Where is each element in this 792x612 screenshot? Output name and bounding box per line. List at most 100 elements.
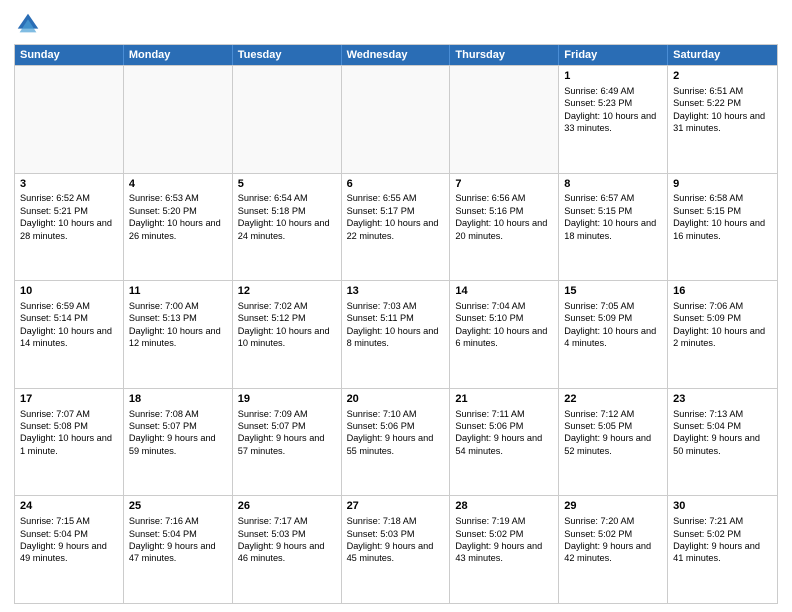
cell-info: Daylight: 10 hours and 12 minutes. (129, 325, 227, 350)
calendar-cell-r4c2: 26Sunrise: 7:17 AMSunset: 5:03 PMDayligh… (233, 496, 342, 603)
cell-info: Daylight: 10 hours and 10 minutes. (238, 325, 336, 350)
cell-info: Sunset: 5:14 PM (20, 312, 118, 324)
day-number: 29 (564, 499, 662, 514)
calendar-cell-r0c5: 1Sunrise: 6:49 AMSunset: 5:23 PMDaylight… (559, 66, 668, 173)
cell-info: Sunset: 5:15 PM (673, 205, 772, 217)
cell-info: Daylight: 9 hours and 59 minutes. (129, 432, 227, 457)
cell-info: Sunset: 5:17 PM (347, 205, 445, 217)
calendar-cell-r1c0: 3Sunrise: 6:52 AMSunset: 5:21 PMDaylight… (15, 174, 124, 281)
calendar-cell-r2c2: 12Sunrise: 7:02 AMSunset: 5:12 PMDayligh… (233, 281, 342, 388)
calendar-cell-r0c6: 2Sunrise: 6:51 AMSunset: 5:22 PMDaylight… (668, 66, 777, 173)
cell-info: Daylight: 9 hours and 55 minutes. (347, 432, 445, 457)
cell-info: Daylight: 9 hours and 52 minutes. (564, 432, 662, 457)
calendar-cell-r4c6: 30Sunrise: 7:21 AMSunset: 5:02 PMDayligh… (668, 496, 777, 603)
calendar-cell-r4c3: 27Sunrise: 7:18 AMSunset: 5:03 PMDayligh… (342, 496, 451, 603)
cell-info: Sunrise: 6:58 AM (673, 192, 772, 204)
cell-info: Sunset: 5:22 PM (673, 97, 772, 109)
day-number: 5 (238, 177, 336, 192)
day-number: 11 (129, 284, 227, 299)
cell-info: Sunset: 5:12 PM (238, 312, 336, 324)
calendar-cell-r1c1: 4Sunrise: 6:53 AMSunset: 5:20 PMDaylight… (124, 174, 233, 281)
weekday-header-friday: Friday (559, 45, 668, 65)
cell-info: Sunrise: 7:10 AM (347, 408, 445, 420)
calendar-cell-r0c1 (124, 66, 233, 173)
cell-info: Sunrise: 7:17 AM (238, 515, 336, 527)
calendar-cell-r3c0: 17Sunrise: 7:07 AMSunset: 5:08 PMDayligh… (15, 389, 124, 496)
logo-icon (14, 10, 42, 38)
day-number: 13 (347, 284, 445, 299)
calendar-cell-r4c0: 24Sunrise: 7:15 AMSunset: 5:04 PMDayligh… (15, 496, 124, 603)
day-number: 16 (673, 284, 772, 299)
cell-info: Sunrise: 7:20 AM (564, 515, 662, 527)
cell-info: Sunset: 5:06 PM (455, 420, 553, 432)
cell-info: Sunset: 5:07 PM (238, 420, 336, 432)
day-number: 19 (238, 392, 336, 407)
weekday-header-tuesday: Tuesday (233, 45, 342, 65)
calendar-cell-r3c1: 18Sunrise: 7:08 AMSunset: 5:07 PMDayligh… (124, 389, 233, 496)
calendar-cell-r2c1: 11Sunrise: 7:00 AMSunset: 5:13 PMDayligh… (124, 281, 233, 388)
cell-info: Sunrise: 7:02 AM (238, 300, 336, 312)
cell-info: Sunset: 5:15 PM (564, 205, 662, 217)
calendar-cell-r2c0: 10Sunrise: 6:59 AMSunset: 5:14 PMDayligh… (15, 281, 124, 388)
cell-info: Sunrise: 6:49 AM (564, 85, 662, 97)
cell-info: Sunrise: 7:15 AM (20, 515, 118, 527)
day-number: 9 (673, 177, 772, 192)
day-number: 24 (20, 499, 118, 514)
calendar-cell-r1c2: 5Sunrise: 6:54 AMSunset: 5:18 PMDaylight… (233, 174, 342, 281)
cell-info: Sunrise: 7:05 AM (564, 300, 662, 312)
cell-info: Sunrise: 7:09 AM (238, 408, 336, 420)
calendar-row-4: 24Sunrise: 7:15 AMSunset: 5:04 PMDayligh… (15, 495, 777, 603)
cell-info: Sunset: 5:04 PM (673, 420, 772, 432)
cell-info: Sunset: 5:16 PM (455, 205, 553, 217)
calendar-cell-r0c0 (15, 66, 124, 173)
cell-info: Daylight: 10 hours and 18 minutes. (564, 217, 662, 242)
cell-info: Sunrise: 6:55 AM (347, 192, 445, 204)
cell-info: Sunset: 5:07 PM (129, 420, 227, 432)
day-number: 18 (129, 392, 227, 407)
calendar-cell-r1c6: 9Sunrise: 6:58 AMSunset: 5:15 PMDaylight… (668, 174, 777, 281)
cell-info: Sunrise: 7:16 AM (129, 515, 227, 527)
day-number: 21 (455, 392, 553, 407)
calendar-cell-r3c4: 21Sunrise: 7:11 AMSunset: 5:06 PMDayligh… (450, 389, 559, 496)
calendar-cell-r4c4: 28Sunrise: 7:19 AMSunset: 5:02 PMDayligh… (450, 496, 559, 603)
cell-info: Daylight: 10 hours and 6 minutes. (455, 325, 553, 350)
cell-info: Sunrise: 7:12 AM (564, 408, 662, 420)
cell-info: Sunset: 5:02 PM (455, 528, 553, 540)
cell-info: Daylight: 9 hours and 46 minutes. (238, 540, 336, 565)
cell-info: Sunset: 5:04 PM (20, 528, 118, 540)
cell-info: Daylight: 9 hours and 57 minutes. (238, 432, 336, 457)
cell-info: Sunset: 5:06 PM (347, 420, 445, 432)
cell-info: Daylight: 10 hours and 24 minutes. (238, 217, 336, 242)
cell-info: Daylight: 9 hours and 43 minutes. (455, 540, 553, 565)
cell-info: Sunset: 5:09 PM (564, 312, 662, 324)
cell-info: Sunrise: 7:13 AM (673, 408, 772, 420)
cell-info: Daylight: 10 hours and 4 minutes. (564, 325, 662, 350)
day-number: 6 (347, 177, 445, 192)
cell-info: Daylight: 9 hours and 47 minutes. (129, 540, 227, 565)
day-number: 27 (347, 499, 445, 514)
cell-info: Sunset: 5:09 PM (673, 312, 772, 324)
day-number: 15 (564, 284, 662, 299)
cell-info: Sunset: 5:02 PM (564, 528, 662, 540)
cell-info: Sunrise: 7:11 AM (455, 408, 553, 420)
cell-info: Daylight: 10 hours and 1 minute. (20, 432, 118, 457)
cell-info: Daylight: 10 hours and 8 minutes. (347, 325, 445, 350)
cell-info: Daylight: 9 hours and 49 minutes. (20, 540, 118, 565)
calendar-row-1: 3Sunrise: 6:52 AMSunset: 5:21 PMDaylight… (15, 173, 777, 281)
day-number: 20 (347, 392, 445, 407)
calendar-cell-r1c4: 7Sunrise: 6:56 AMSunset: 5:16 PMDaylight… (450, 174, 559, 281)
cell-info: Sunrise: 6:59 AM (20, 300, 118, 312)
calendar-header: SundayMondayTuesdayWednesdayThursdayFrid… (15, 45, 777, 65)
cell-info: Daylight: 10 hours and 26 minutes. (129, 217, 227, 242)
calendar-cell-r2c4: 14Sunrise: 7:04 AMSunset: 5:10 PMDayligh… (450, 281, 559, 388)
calendar-row-3: 17Sunrise: 7:07 AMSunset: 5:08 PMDayligh… (15, 388, 777, 496)
day-number: 12 (238, 284, 336, 299)
calendar-cell-r2c6: 16Sunrise: 7:06 AMSunset: 5:09 PMDayligh… (668, 281, 777, 388)
calendar-cell-r3c6: 23Sunrise: 7:13 AMSunset: 5:04 PMDayligh… (668, 389, 777, 496)
cell-info: Sunrise: 7:18 AM (347, 515, 445, 527)
day-number: 17 (20, 392, 118, 407)
calendar-cell-r0c2 (233, 66, 342, 173)
calendar-cell-r0c4 (450, 66, 559, 173)
cell-info: Sunrise: 6:51 AM (673, 85, 772, 97)
day-number: 2 (673, 69, 772, 84)
